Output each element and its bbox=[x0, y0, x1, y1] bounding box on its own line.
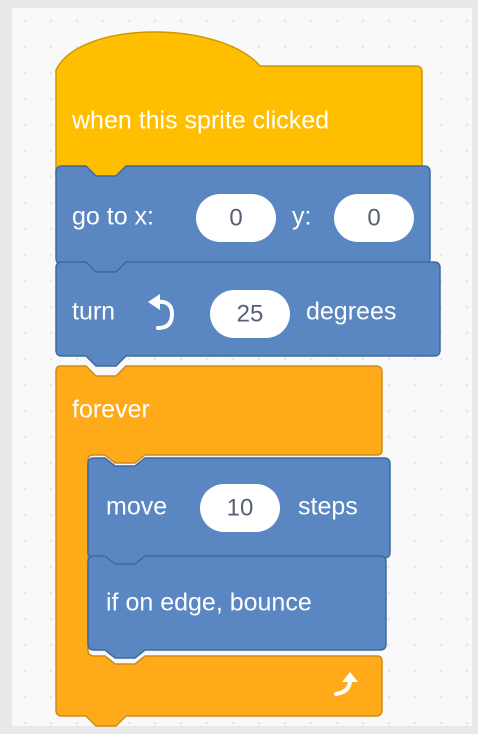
go-to-xy-block[interactable]: go to x: 0 y: 0 bbox=[55, 165, 431, 273]
turn-block[interactable]: turn 25 degrees bbox=[55, 261, 441, 367]
x-input[interactable]: 0 bbox=[196, 194, 276, 242]
x-value: 0 bbox=[229, 204, 242, 231]
if-on-edge-bounce-block[interactable]: if on edge, bounce bbox=[87, 555, 387, 659]
move-label: move bbox=[106, 493, 167, 521]
scratch-script: forever when this sprite clicked go to x… bbox=[55, 31, 441, 727]
go-to-y-label: y: bbox=[292, 203, 311, 231]
turn-value: 25 bbox=[237, 300, 264, 327]
bounce-label: if on edge, bounce bbox=[106, 589, 312, 617]
move-unit-label: steps bbox=[298, 493, 358, 521]
when-sprite-clicked-block[interactable]: when this sprite clicked bbox=[55, 31, 423, 183]
turn-label: turn bbox=[72, 298, 115, 326]
go-to-x-label: go to x: bbox=[72, 203, 154, 231]
move-steps-block[interactable]: move 10 steps bbox=[87, 457, 391, 567]
y-input[interactable]: 0 bbox=[334, 194, 414, 242]
y-value: 0 bbox=[367, 204, 380, 231]
turn-unit-label: degrees bbox=[306, 298, 396, 326]
forever-label: forever bbox=[72, 396, 150, 424]
move-value: 10 bbox=[227, 494, 254, 521]
turn-degrees-input[interactable]: 25 bbox=[210, 290, 290, 338]
move-steps-input[interactable]: 10 bbox=[200, 484, 280, 532]
code-area: forever when this sprite clicked go to x… bbox=[0, 0, 478, 734]
hat-label: when this sprite clicked bbox=[71, 107, 329, 135]
